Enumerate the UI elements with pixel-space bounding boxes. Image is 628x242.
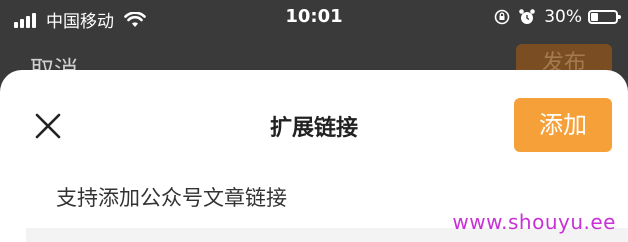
rotation-lock-icon: [494, 9, 510, 25]
add-button[interactable]: 添加: [514, 98, 612, 152]
battery-percent: 30%: [544, 7, 582, 27]
battery-icon: [588, 10, 621, 24]
status-bar: 中国移动 10:01 30%: [0, 0, 628, 34]
watermark: www.shouyu.ee: [452, 210, 616, 234]
battery-fill: [591, 13, 598, 21]
hint-text: 支持添加公众号文章链接: [56, 186, 287, 210]
status-right: 30%: [494, 7, 621, 27]
alarm-icon: [519, 9, 536, 24]
